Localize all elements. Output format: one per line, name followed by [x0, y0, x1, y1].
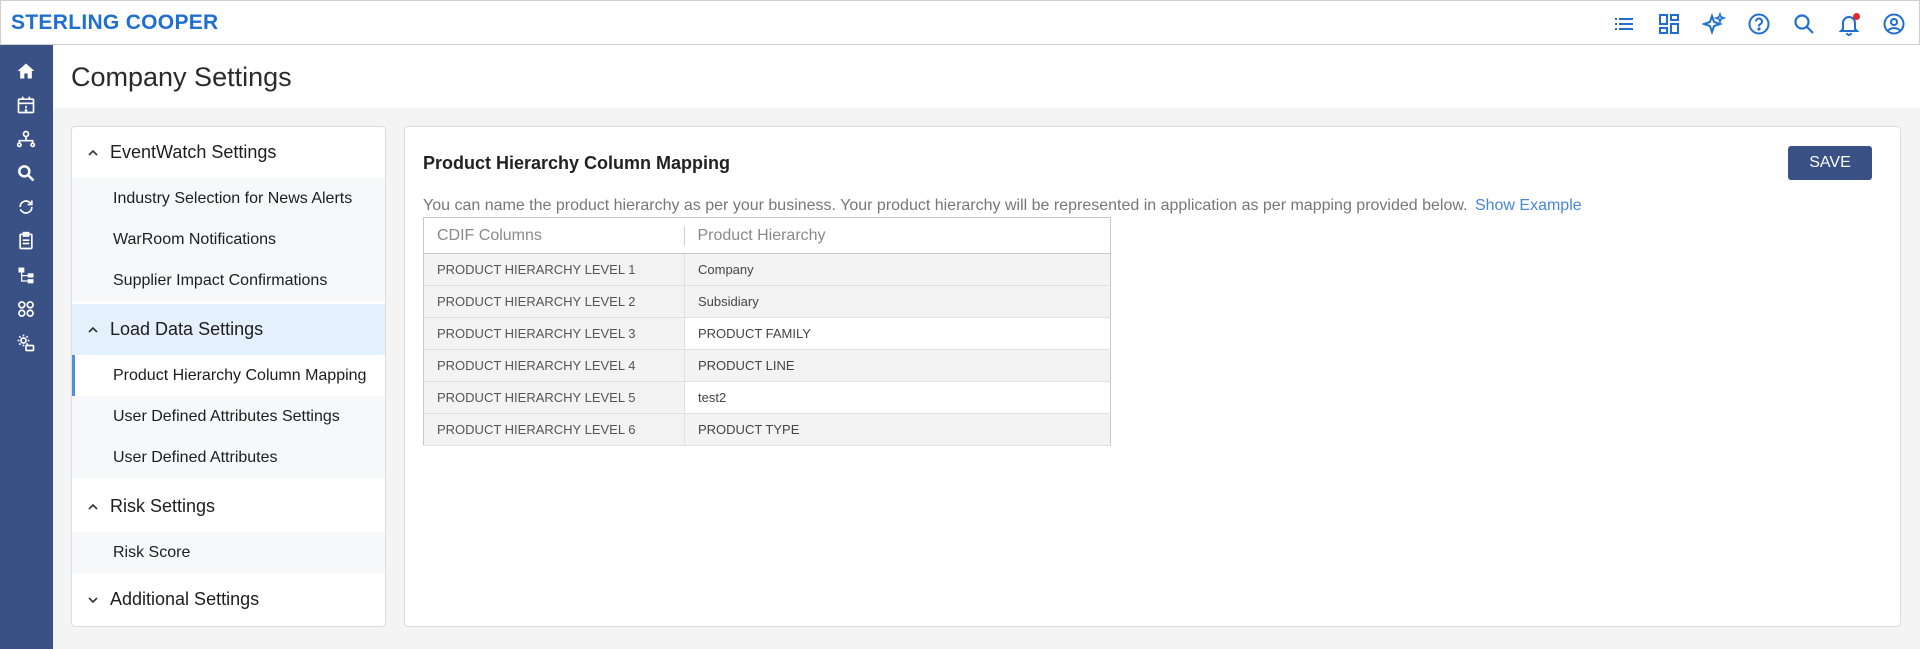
cdif-column-cell: PRODUCT HIERARCHY LEVEL 4 — [423, 349, 685, 382]
nav-item-label: User Defined Attributes Settings — [113, 407, 340, 425]
hierarchy-icon[interactable] — [15, 264, 37, 286]
nav-item-risk-score[interactable]: Risk Score — [72, 532, 385, 573]
calendar-alert-icon[interactable] — [15, 94, 37, 116]
save-button[interactable]: SAVE — [1788, 146, 1872, 180]
help-icon[interactable] — [1745, 10, 1773, 38]
search-icon[interactable] — [1790, 10, 1818, 38]
show-example-link[interactable]: Show Example — [1475, 197, 1582, 214]
nav-item-industry-selection[interactable]: Industry Selection for News Alerts — [72, 178, 385, 219]
cdif-column-cell: PRODUCT HIERARCHY LEVEL 1 — [423, 253, 685, 286]
section-title: Product Hierarchy Column Mapping — [423, 153, 731, 173]
nav-item-product-hierarchy-column-mapping[interactable]: Product Hierarchy Column Mapping — [72, 355, 385, 396]
page-header: Company Settings — [53, 45, 1920, 108]
notification-dot — [1853, 12, 1860, 20]
nav-item-label: Product Hierarchy Column Mapping — [113, 366, 367, 384]
cdif-column-cell: PRODUCT HIERARCHY LEVEL 5 — [423, 381, 685, 414]
table-row: PRODUCT HIERARCHY LEVEL 6 PRODUCT TYPE — [423, 413, 1111, 446]
hierarchy-name-input[interactable]: test2 — [684, 381, 1111, 414]
chevron-up-icon — [86, 323, 100, 337]
search-icon[interactable] — [15, 162, 37, 184]
apps-icon[interactable] — [15, 298, 37, 320]
hierarchy-name-input[interactable]: Company — [684, 253, 1111, 286]
cdif-column-cell: PRODUCT HIERARCHY LEVEL 2 — [423, 285, 685, 318]
description: You can name the product hierarchy as pe… — [423, 197, 1468, 214]
table-row: PRODUCT HIERARCHY LEVEL 1 Company — [423, 253, 1111, 286]
hierarchy-name-input[interactable]: PRODUCT FAMILY — [684, 317, 1111, 350]
description-text: You can name the product hierarchy as pe… — [423, 197, 1582, 215]
settings-icon[interactable] — [15, 332, 37, 354]
chevron-up-icon — [86, 146, 100, 160]
nav-item-user-defined-attributes[interactable]: User Defined Attributes — [72, 437, 385, 478]
nav-section-eventwatch-settings[interactable]: EventWatch Settings — [72, 127, 385, 178]
main-content-panel: Product Hierarchy Column Mapping SAVE Yo… — [404, 126, 1901, 627]
table-row: PRODUCT HIERARCHY LEVEL 4 PRODUCT LINE — [423, 349, 1111, 382]
nav-item-label: Industry Selection for News Alerts — [113, 189, 353, 207]
nav-section-label: Risk Settings — [110, 496, 216, 516]
bell-icon[interactable] — [1835, 10, 1863, 38]
nav-section-additional-settings[interactable]: Additional Settings — [72, 574, 385, 625]
clipboard-icon[interactable] — [15, 230, 37, 252]
table-row: PRODUCT HIERARCHY LEVEL 5 test2 — [423, 381, 1111, 414]
nav-item-label: WarRoom Notifications — [113, 230, 277, 248]
nav-section-risk-settings[interactable]: Risk Settings — [72, 481, 385, 532]
nav-item-label: User Defined Attributes — [113, 448, 278, 466]
top-icon-bar — [1593, 1, 1919, 46]
nav-section-label: EventWatch Settings — [110, 142, 277, 162]
mapping-table: CDIF Columns Product Hierarchy PRODUCT H… — [423, 217, 1111, 446]
brand-logo[interactable]: STERLING COOPER — [11, 11, 219, 35]
hierarchy-name-input[interactable]: PRODUCT LINE — [684, 349, 1111, 382]
page-title: Company Settings — [71, 62, 292, 92]
sparkle-icon[interactable] — [1700, 10, 1728, 38]
nav-section-label: Load Data Settings — [110, 319, 264, 339]
column-header-product-hierarchy[interactable]: Product Hierarchy — [684, 217, 1111, 254]
nav-item-label: Supplier Impact Confirmations — [113, 271, 328, 289]
cdif-column-cell: PRODUCT HIERARCHY LEVEL 6 — [423, 413, 685, 446]
nav-item-supplier-impact-confirmations[interactable]: Supplier Impact Confirmations — [72, 260, 385, 301]
column-header-cdif[interactable]: CDIF Columns — [423, 217, 685, 254]
table-row: PRODUCT HIERARCHY LEVEL 2 Subsidiary — [423, 285, 1111, 318]
chevron-up-icon — [86, 500, 100, 514]
list-icon[interactable] — [1610, 10, 1638, 38]
nav-item-warroom-notifications[interactable]: WarRoom Notifications — [72, 219, 385, 260]
home-icon[interactable] — [15, 60, 37, 82]
left-nav-rail — [0, 45, 53, 649]
nav-section-label: Additional Settings — [110, 589, 260, 609]
table-header-row: CDIF Columns Product Hierarchy — [423, 217, 1111, 254]
network-icon[interactable] — [15, 128, 37, 150]
nav-item-label: Risk Score — [113, 543, 191, 561]
account-icon[interactable] — [1880, 10, 1908, 38]
nav-item-user-defined-attributes-settings[interactable]: User Defined Attributes Settings — [72, 396, 385, 437]
table-row: PRODUCT HIERARCHY LEVEL 3 PRODUCT FAMILY — [423, 317, 1111, 350]
settings-nav-panel: EventWatch Settings Industry Selection f… — [71, 126, 386, 627]
nav-section-load-data-settings[interactable]: Load Data Settings — [72, 304, 385, 355]
cdif-column-cell: PRODUCT HIERARCHY LEVEL 3 — [423, 317, 685, 350]
dashboard-icon[interactable] — [1655, 10, 1683, 38]
hierarchy-name-input[interactable]: PRODUCT TYPE — [684, 413, 1111, 446]
hierarchy-name-input[interactable]: Subsidiary — [684, 285, 1111, 318]
chevron-down-icon — [86, 593, 100, 607]
sync-icon[interactable] — [15, 196, 37, 218]
top-bar: STERLING COOPER — [0, 0, 1920, 45]
